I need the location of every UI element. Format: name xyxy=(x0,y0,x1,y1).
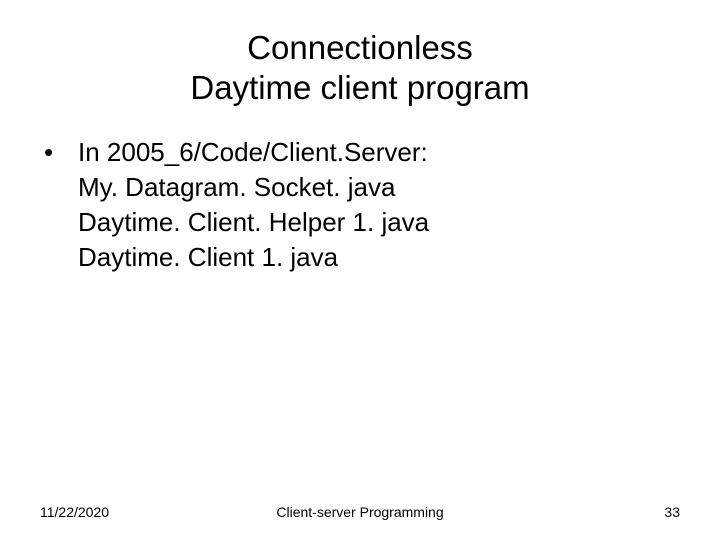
body-line-3: Daytime. Client 1. java xyxy=(40,240,680,275)
slide: Connectionless Daytime client program • … xyxy=(0,0,720,540)
title-line-1: Connectionless xyxy=(247,29,473,66)
title-line-2: Daytime client program xyxy=(190,69,529,106)
body-line-2: Daytime. Client. Helper 1. java xyxy=(40,205,680,240)
bullet-marker: • xyxy=(40,135,78,170)
bullet-item: • In 2005_6/Code/Client.Server: xyxy=(40,135,680,170)
footer-date: 11/22/2020 xyxy=(40,504,109,520)
footer-title: Client-server Programming xyxy=(40,504,680,520)
body-line-1: My. Datagram. Socket. java xyxy=(40,170,680,205)
footer-page-number: 33 xyxy=(664,504,680,520)
slide-body: • In 2005_6/Code/Client.Server: My. Data… xyxy=(40,135,680,275)
slide-footer: 11/22/2020 Client-server Programming 33 xyxy=(40,504,680,520)
slide-title: Connectionless Daytime client program xyxy=(40,28,680,107)
bullet-lead-text: In 2005_6/Code/Client.Server: xyxy=(78,135,680,170)
